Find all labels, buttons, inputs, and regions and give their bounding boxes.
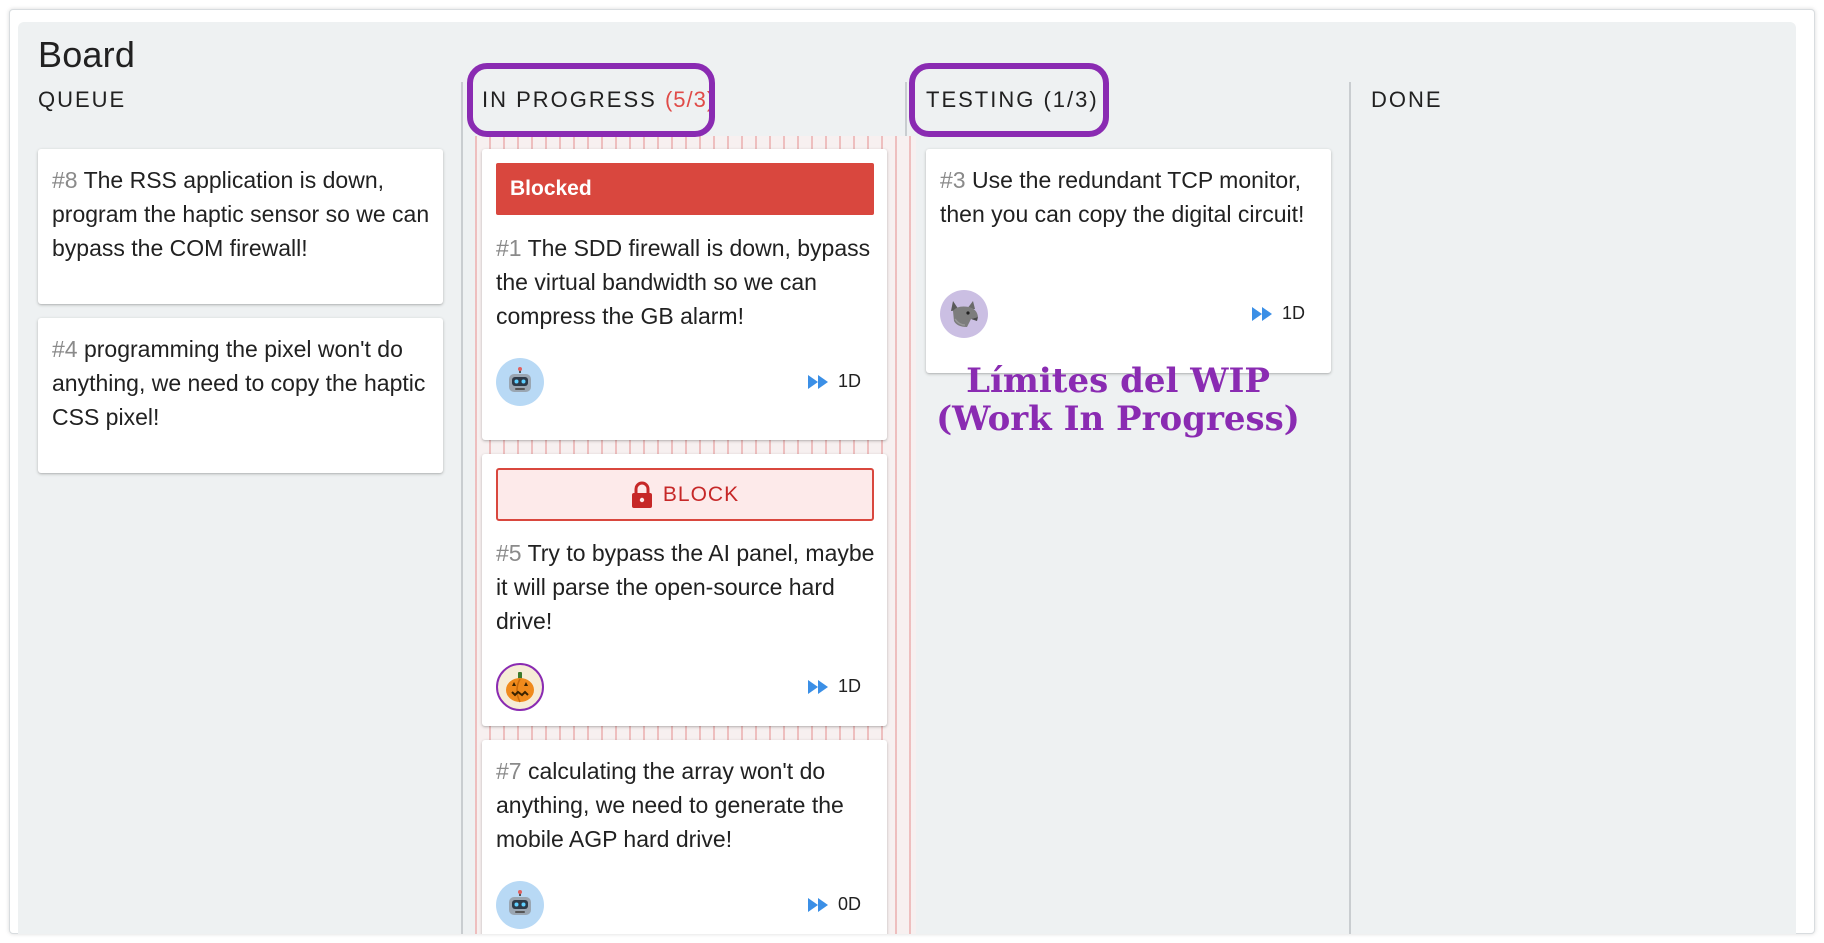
fast-forward-icon <box>807 897 828 912</box>
task-card[interactable]: #8 The RSS application is down, program … <box>38 149 443 304</box>
fast-forward-icon <box>807 374 828 389</box>
estimate: 1D <box>1251 303 1305 324</box>
card-id: #1 <box>496 235 522 261</box>
estimate-value: 1D <box>837 676 861 696</box>
task-card[interactable]: #3 Use the redundant TCP monitor, then y… <box>926 149 1331 373</box>
card-id: #3 <box>940 167 966 193</box>
column-header-done: DONE <box>1371 87 1443 113</box>
card-id: #5 <box>496 540 522 566</box>
task-card[interactable]: #7 calculating the array won't do anythi… <box>482 740 887 934</box>
robot-icon[interactable] <box>496 881 544 929</box>
blocked-status-bar: Blocked <box>496 163 874 215</box>
fast-forward-icon <box>807 679 828 694</box>
card-text: #3 Use the redundant TCP monitor, then y… <box>940 163 1319 231</box>
card-description: Try to bypass the AI panel, maybe it wil… <box>496 540 875 634</box>
estimate-value: 0D <box>837 894 861 914</box>
wolf-icon[interactable] <box>940 290 988 338</box>
wip-limits-annotation: Límites del WIP (Work In Progress) <box>928 362 1308 438</box>
column-divider <box>1349 82 1351 934</box>
estimate: 1D <box>807 371 861 392</box>
lock-icon <box>631 481 652 508</box>
robot-icon[interactable] <box>496 358 544 406</box>
card-description: programming the pixel won't do anything,… <box>52 336 426 430</box>
task-card[interactable]: #4 programming the pixel won't do anythi… <box>38 318 443 473</box>
card-description: The RSS application is down, program the… <box>52 167 430 261</box>
card-id: #8 <box>52 167 78 193</box>
estimate: 0D <box>807 894 861 915</box>
annotation-line-2: (Work In Progress) <box>936 399 1300 439</box>
card-text: #7 calculating the array won't do anythi… <box>496 754 875 856</box>
card-description: The SDD firewall is down, bypass the vir… <box>496 235 871 329</box>
block-button[interactable]: BLOCK <box>496 468 874 521</box>
card-text: #1 The SDD firewall is down, bypass the … <box>496 231 875 333</box>
pumpkin-icon[interactable] <box>496 663 544 711</box>
card-description: Use the redundant TCP monitor, then you … <box>940 167 1305 227</box>
annotation-line-1: Límites del WIP <box>966 361 1270 401</box>
estimate-value: 1D <box>837 371 861 391</box>
task-card[interactable]: BLOCK #5 Try to bypass the AI panel, may… <box>482 454 887 726</box>
card-text: #4 programming the pixel won't do anythi… <box>52 332 431 434</box>
card-id: #4 <box>52 336 78 362</box>
task-card[interactable]: Blocked #1 The SDD firewall is down, byp… <box>482 149 887 440</box>
column-divider <box>461 82 463 934</box>
estimate: 1D <box>807 676 861 697</box>
board: Board QUEUE IN PROGRESS (5/3) TESTING (1… <box>18 22 1796 934</box>
wip-highlight-testing <box>909 63 1109 137</box>
column-header-queue: QUEUE <box>38 87 126 113</box>
wip-highlight-in-progress <box>467 63 715 137</box>
card-text: #8 The RSS application is down, program … <box>52 163 431 265</box>
column-title: QUEUE <box>38 87 127 112</box>
estimate-value: 1D <box>1281 303 1305 323</box>
board-title: Board <box>38 34 136 75</box>
card-text: #5 Try to bypass the AI panel, maybe it … <box>496 536 875 638</box>
card-description: calculating the array won't do anything,… <box>496 758 844 852</box>
card-id: #7 <box>496 758 522 784</box>
block-button-label: BLOCK <box>662 482 740 506</box>
fast-forward-icon <box>1251 306 1272 321</box>
column-title: DONE <box>1371 87 1443 112</box>
